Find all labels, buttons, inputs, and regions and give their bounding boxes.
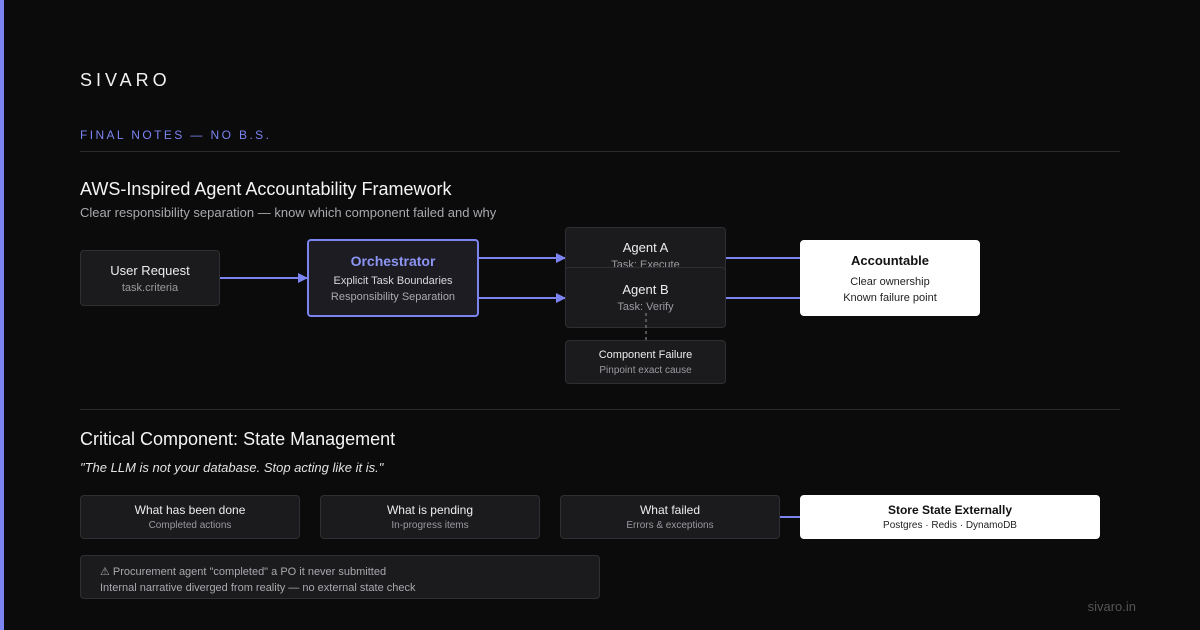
accountable-line1: Clear ownership	[850, 275, 930, 288]
state-card-title: What is pending	[386, 503, 474, 517]
component-failure-title: Component Failure	[598, 348, 693, 361]
component-failure-sub: Pinpoint exact cause	[599, 364, 692, 376]
accountable-title: Accountable	[850, 252, 929, 268]
state-card-done: What has been done Completed actions	[80, 495, 300, 539]
store-state-node: Store State Externally Postgres · Redis …	[800, 495, 1100, 539]
state-card-sub: In-progress items	[391, 520, 469, 531]
state-card-sub: Errors & exceptions	[626, 520, 714, 531]
footer-url: sivaro.in	[1087, 599, 1136, 614]
component-failure-node: Component Failure Pinpoint exact cause	[565, 340, 726, 384]
accountable-line2: Known failure point	[843, 291, 937, 304]
state-card-pending: What is pending In-progress items	[320, 495, 540, 539]
mid-divider	[80, 409, 1120, 410]
warning-line2: Internal narrative diverged from reality…	[100, 582, 416, 594]
state-card-sub: Completed actions	[148, 520, 232, 531]
state-card-failed: What failed Errors & exceptions	[560, 495, 780, 539]
store-state-sub: Postgres · Redis · DynamoDB	[883, 520, 1017, 531]
store-state-title: Store State Externally	[887, 503, 1013, 517]
section2-quote: "The LLM is not your database. Stop acti…	[80, 460, 384, 475]
state-card-title: What has been done	[134, 503, 246, 517]
state-card-title: What failed	[639, 503, 701, 517]
warning-line1: ⚠ Procurement agent "completed" a PO it …	[100, 566, 387, 578]
warning-callout: ⚠ Procurement agent "completed" a PO it …	[80, 555, 600, 599]
section2-title: Critical Component: State Management	[80, 429, 396, 449]
accountable-node: Accountable Clear ownership Known failur…	[800, 240, 980, 316]
